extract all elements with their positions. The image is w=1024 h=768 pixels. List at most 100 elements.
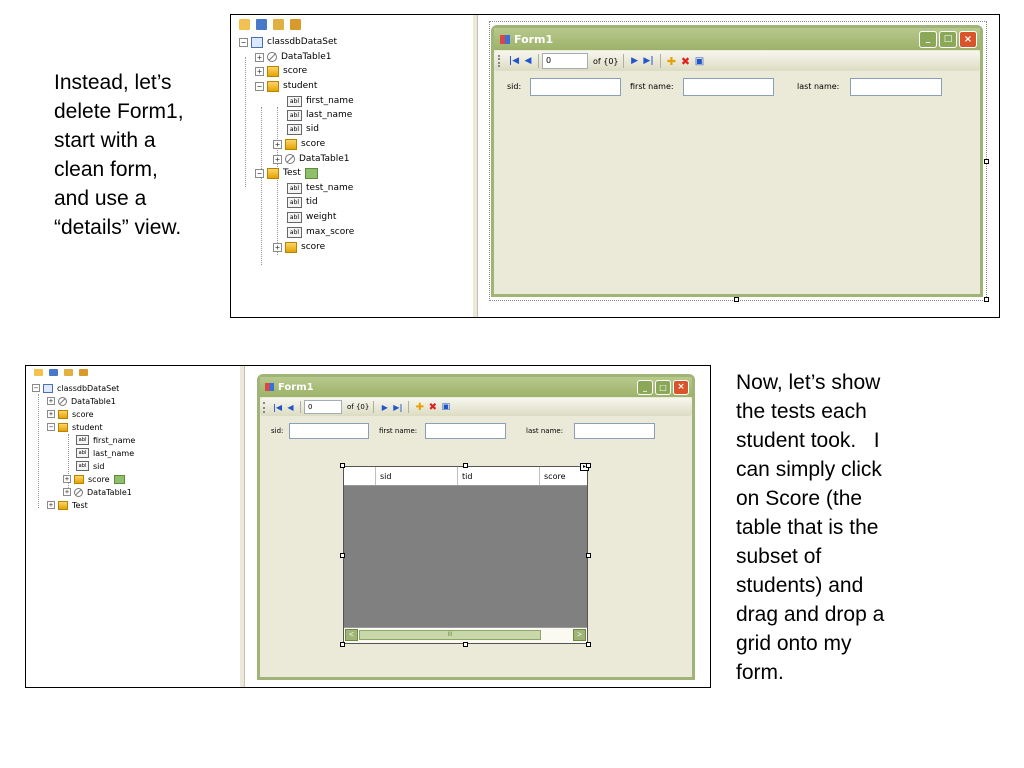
tree-item-student-score[interactable]: + score (63, 473, 125, 485)
minimize-button[interactable]: _ (919, 31, 937, 48)
collapse-icon[interactable]: − (255, 81, 264, 91)
first-name-field[interactable] (683, 78, 774, 96)
expand-icon[interactable]: + (273, 139, 282, 149)
move-previous-icon[interactable]: ◀ (284, 403, 297, 412)
tree-root-classdbdataset[interactable]: − classdbDataSet (239, 35, 337, 49)
expand-icon[interactable]: + (47, 410, 55, 418)
tree-item-student-datatable1[interactable]: + DataTable1 (63, 486, 132, 498)
tree-item-test[interactable]: + Test (47, 499, 88, 511)
grid-handle-tm[interactable] (463, 463, 468, 468)
last-name-field[interactable] (850, 78, 942, 96)
tree-item-last-name[interactable]: abl last_name (76, 447, 134, 459)
maximize-button[interactable]: □ (655, 380, 671, 395)
tree-item-datatable1[interactable]: + DataTable1 (47, 395, 116, 407)
tree-item-test-name[interactable]: abl test_name (287, 181, 353, 195)
expand-icon[interactable]: + (255, 52, 264, 62)
refresh-icon[interactable] (290, 18, 301, 30)
expand-icon[interactable]: + (255, 66, 264, 76)
tree-item-student[interactable]: − student (47, 421, 103, 433)
delete-icon[interactable]: ✖ (679, 55, 693, 68)
tree-item-score[interactable]: + score (47, 408, 94, 420)
tree-item-sid[interactable]: abl sid (76, 460, 104, 472)
position-input[interactable]: 0 (542, 53, 588, 69)
tree-item-test-score[interactable]: + score (273, 240, 325, 254)
last-name-field[interactable] (574, 423, 655, 439)
move-previous-icon[interactable]: ◀ (521, 56, 535, 66)
sid-field[interactable] (530, 78, 621, 96)
collapse-icon[interactable]: − (32, 384, 40, 392)
expand-icon[interactable]: + (47, 501, 55, 509)
collapse-icon[interactable]: − (47, 423, 55, 431)
dropdown-arrow-icon[interactable] (304, 167, 318, 179)
delete-icon[interactable]: ✖ (426, 402, 439, 413)
tree-item-student-datatable1[interactable]: + DataTable1 (273, 152, 350, 166)
grid-handle-br[interactable] (586, 642, 591, 647)
edit-dataset-icon[interactable] (49, 368, 58, 376)
grid-handle-tl[interactable] (340, 463, 345, 468)
first-name-field[interactable] (425, 423, 506, 439)
position-input[interactable]: 0 (304, 400, 342, 414)
save-icon[interactable]: ▣ (693, 56, 707, 67)
move-first-icon[interactable]: |◀ (507, 56, 521, 66)
grid-handle-tr[interactable] (586, 463, 591, 468)
resize-handle-right[interactable] (984, 159, 989, 164)
tree-root-classdbdataset[interactable]: − classdbDataSet (32, 382, 119, 394)
tree-item-score[interactable]: + score (255, 64, 307, 78)
expand-icon[interactable]: + (47, 397, 55, 405)
move-last-icon[interactable]: ▶| (642, 56, 656, 66)
score-datagridview[interactable]: sid tid score < III > (343, 466, 588, 644)
form1-window[interactable]: Form1 _ □ × |◀ ◀ 0 of {0} ▶ ▶| ✚ ✖ ▣ sid… (491, 25, 983, 297)
collapse-icon[interactable]: − (239, 37, 248, 47)
edit-dataset-icon[interactable] (256, 18, 267, 30)
grid-handle-ml[interactable] (340, 553, 345, 558)
tree-item-last-name[interactable]: abl last_name (287, 108, 352, 122)
grid-handle-bl[interactable] (340, 642, 345, 647)
scroll-right-button[interactable]: > (573, 629, 586, 641)
resize-handle-bottom[interactable] (734, 297, 739, 302)
tree-item-first-name[interactable]: abl first_name (76, 434, 135, 446)
tree-item-first-name[interactable]: abl first_name (287, 94, 354, 108)
form-title-bar[interactable]: Form1 (494, 28, 980, 50)
tree-item-datatable1[interactable]: + DataTable1 (255, 50, 332, 64)
grid-handle-bm[interactable] (463, 642, 468, 647)
sid-field[interactable] (289, 423, 369, 439)
dropdown-arrow-icon[interactable] (113, 474, 125, 484)
maximize-button[interactable]: □ (939, 31, 957, 48)
horizontal-scrollbar[interactable]: < III > (344, 627, 587, 643)
configure-icon[interactable] (64, 368, 73, 376)
grid-handle-mr[interactable] (586, 553, 591, 558)
add-new-icon[interactable]: ✚ (413, 402, 426, 413)
scroll-left-button[interactable]: < (345, 629, 358, 641)
minimize-button[interactable]: _ (637, 380, 653, 395)
tree-item-max-score[interactable]: abl max_score (287, 225, 354, 239)
move-first-icon[interactable]: |◀ (271, 403, 284, 412)
column-header-sid[interactable]: sid (376, 467, 458, 485)
resize-handle-corner[interactable] (984, 297, 989, 302)
close-button[interactable]: × (673, 380, 689, 395)
tree-item-weight[interactable]: abl weight (287, 210, 336, 224)
refresh-icon[interactable] (79, 368, 88, 376)
tree-item-student-score[interactable]: + score (273, 137, 325, 151)
tree-item-student[interactable]: − student (255, 79, 317, 93)
collapse-icon[interactable]: − (255, 168, 264, 178)
expand-icon[interactable]: + (273, 242, 282, 252)
tree-item-sid[interactable]: abl sid (287, 122, 319, 136)
move-last-icon[interactable]: ▶| (391, 403, 404, 412)
expand-icon[interactable]: + (273, 154, 282, 164)
move-next-icon[interactable]: ▶ (378, 403, 391, 412)
expand-icon[interactable]: + (63, 475, 71, 483)
column-header-tid[interactable]: tid (458, 467, 540, 485)
tree-item-tid[interactable]: abl tid (287, 195, 318, 209)
configure-icon[interactable] (273, 18, 284, 30)
expand-icon[interactable]: + (63, 488, 71, 496)
close-button[interactable]: × (959, 31, 977, 48)
form-title-bar[interactable]: Form1 (260, 377, 692, 397)
add-datasource-icon[interactable] (34, 368, 43, 376)
tree-item-test[interactable]: − Test (255, 166, 318, 180)
scroll-thumb[interactable]: III (359, 630, 541, 640)
save-icon[interactable]: ▣ (439, 402, 452, 412)
move-next-icon[interactable]: ▶ (628, 56, 642, 66)
form1-window[interactable]: Form1 _ □ × |◀ ◀ 0 of {0} ▶ ▶| ✚ ✖ ▣ sid… (257, 374, 695, 680)
add-datasource-icon[interactable] (239, 18, 250, 30)
add-new-icon[interactable]: ✚ (665, 55, 679, 68)
